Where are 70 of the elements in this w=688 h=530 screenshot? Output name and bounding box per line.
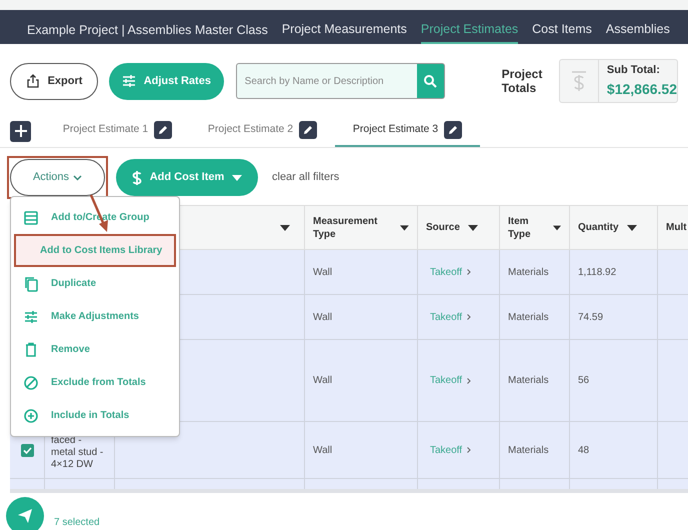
adjust-rates-button[interactable]: Adjust Rates bbox=[109, 62, 224, 100]
table-cell-text: Materials bbox=[508, 310, 549, 324]
table-row[interactable]: faced - metal stud - 4×12 DW Wall Takeoff Materials 48 bbox=[10, 422, 688, 479]
chevron-right-icon bbox=[467, 447, 472, 453]
project-totals-label: Project Totals bbox=[502, 67, 544, 95]
nav-tab[interactable]: Project Estimates bbox=[420, 20, 518, 44]
caret-icon bbox=[232, 174, 242, 180]
edit-icon[interactable] bbox=[444, 121, 462, 139]
nav-tab[interactable]: Cost Items bbox=[532, 20, 592, 44]
table-cell-text: 56 bbox=[578, 374, 590, 388]
chevron-right-icon bbox=[467, 378, 472, 384]
row-checkbox[interactable] bbox=[20, 444, 34, 456]
table-cell-text: Wall bbox=[313, 444, 332, 458]
add-estimate-button[interactable] bbox=[10, 120, 31, 142]
table-cell-text: Materials bbox=[508, 444, 549, 458]
table-cell-text: 74.59 bbox=[578, 310, 604, 324]
menu-item[interactable]: Make Adjustments bbox=[11, 300, 179, 333]
nav-tab[interactable]: Assemblies bbox=[606, 20, 670, 44]
column-header[interactable]: Measurement Type bbox=[313, 214, 392, 240]
source-link[interactable]: Takeoff bbox=[430, 373, 462, 388]
edit-icon[interactable] bbox=[154, 121, 172, 139]
estimate-tab[interactable]: Project Estimate 2 bbox=[190, 115, 335, 147]
column-header[interactable]: Mult bbox=[666, 221, 687, 234]
table-cell-text: Materials bbox=[508, 374, 549, 388]
column-header[interactable]: Quantity bbox=[578, 221, 619, 234]
source-link[interactable]: Takeoff bbox=[430, 310, 462, 324]
chevron-down-icon bbox=[73, 174, 82, 180]
table-cell-text: 1,118.92 bbox=[578, 266, 616, 280]
project-title: Example Project | Assemblies Master Class bbox=[27, 22, 268, 40]
caret-icon bbox=[468, 224, 478, 230]
copy-icon bbox=[23, 276, 39, 292]
subtotal-value: $12,866.52 bbox=[606, 80, 677, 99]
sliders-icon bbox=[23, 308, 39, 324]
table-cell-text: Wall bbox=[313, 266, 332, 280]
selected-count: 7 selected bbox=[54, 517, 100, 529]
chevron-right-icon bbox=[467, 314, 472, 320]
caret-icon bbox=[280, 224, 290, 230]
add-cost-item-button[interactable]: Add Cost Item bbox=[116, 159, 258, 196]
list-icon bbox=[23, 210, 39, 226]
arrow-icon bbox=[16, 507, 34, 525]
chevron-right-icon bbox=[467, 269, 472, 275]
estimate-tab[interactable]: Project Estimate 1 bbox=[45, 115, 190, 147]
column-header[interactable]: Source bbox=[426, 221, 460, 234]
table-cell-text: Materials bbox=[508, 266, 549, 280]
table-cell-text: Wall bbox=[313, 374, 332, 388]
clear-filters-link[interactable]: clear all filters bbox=[272, 169, 340, 186]
share-icon bbox=[26, 74, 40, 88]
trash-icon bbox=[23, 342, 39, 358]
caret-icon bbox=[400, 224, 409, 230]
ban-icon bbox=[23, 374, 39, 390]
subtotal-label: Sub Total: bbox=[606, 63, 661, 78]
table-cell-text: Wall bbox=[313, 310, 332, 324]
table-cell-text: 48 bbox=[578, 444, 590, 458]
edit-icon[interactable] bbox=[299, 121, 318, 139]
help-button[interactable] bbox=[6, 497, 44, 530]
table-cell-text: faced - metal stud - 4×12 DW bbox=[51, 435, 104, 471]
caret-icon bbox=[626, 224, 637, 230]
plus-icon bbox=[14, 125, 26, 137]
menu-item[interactable]: Add to Cost Items Library bbox=[14, 234, 176, 267]
nav-tab[interactable]: Project Measurements bbox=[282, 20, 407, 44]
dollar-icon bbox=[132, 170, 142, 186]
export-button[interactable]: Export bbox=[10, 62, 98, 100]
estimate-tab[interactable]: Project Estimate 3 bbox=[335, 115, 480, 147]
sliders-icon bbox=[122, 75, 136, 87]
caret-icon bbox=[552, 224, 561, 230]
menu-item[interactable]: Exclude from Totals bbox=[11, 366, 179, 399]
plus-circle-icon bbox=[23, 408, 39, 424]
source-link[interactable]: Takeoff bbox=[430, 442, 462, 458]
column-header[interactable]: Item Type bbox=[508, 214, 545, 240]
source-link[interactable]: Takeoff bbox=[430, 264, 462, 280]
